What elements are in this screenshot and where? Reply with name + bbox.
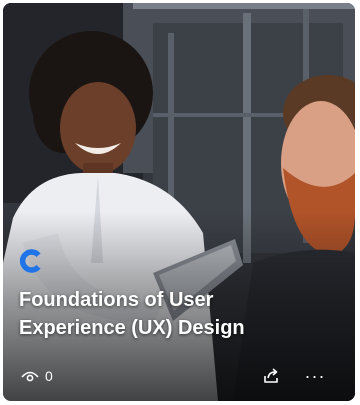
course-title[interactable]: Foundations of User Experience (UX) Desi… [19, 286, 319, 342]
more-options-button[interactable]: ··· [301, 365, 329, 387]
course-card[interactable]: Foundations of User Experience (UX) Desi… [3, 3, 355, 401]
coursera-c-icon [17, 247, 45, 275]
view-count: 0 [21, 365, 53, 387]
card-footer: 0 ··· [3, 365, 355, 387]
share-button[interactable] [259, 365, 283, 387]
eye-icon [21, 369, 39, 383]
more-options-icon: ··· [304, 365, 326, 386]
share-icon [262, 367, 280, 385]
view-count-value: 0 [45, 368, 53, 384]
